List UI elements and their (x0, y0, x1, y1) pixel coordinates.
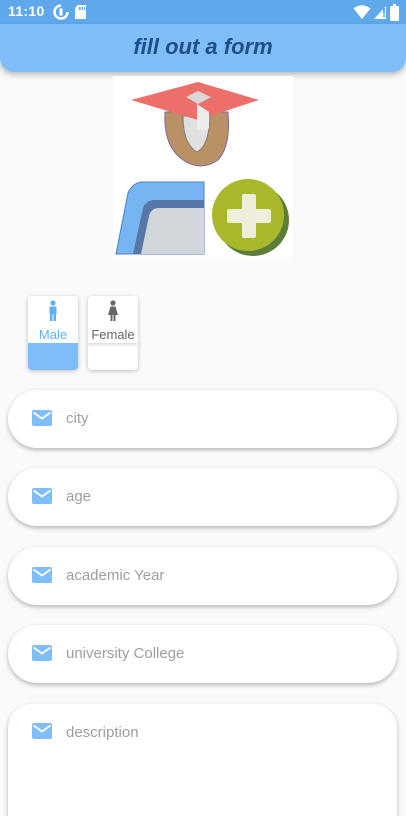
app-logo-image (113, 76, 293, 258)
mail-icon (32, 567, 52, 588)
app-bar: fill out a form (0, 24, 406, 72)
mail-icon (32, 410, 52, 431)
academic-year-field[interactable]: academic Year (8, 547, 397, 605)
graduation-cap-icon (131, 82, 259, 167)
mail-icon (32, 488, 52, 509)
gender-option-male[interactable]: Male (28, 296, 78, 370)
age-placeholder: age (66, 488, 92, 505)
gender-option-female[interactable]: Female (88, 296, 138, 370)
female-icon (105, 300, 121, 329)
plus-icon (212, 179, 289, 256)
description-placeholder: description (66, 724, 139, 741)
wifi-icon (353, 4, 371, 25)
page-title: fill out a form (133, 34, 273, 59)
signal-icon (373, 4, 387, 25)
city-placeholder: city (66, 410, 89, 427)
male-label: Male (38, 327, 68, 342)
university-college-field[interactable]: university College (8, 625, 397, 683)
sd-card-icon (74, 4, 87, 25)
data-saver-icon (53, 4, 69, 25)
age-field[interactable]: age (8, 468, 397, 526)
mail-icon (32, 723, 52, 744)
description-field[interactable]: description (8, 704, 397, 816)
male-card-header: Male (28, 296, 78, 343)
city-field[interactable]: city (8, 390, 397, 448)
selected-indicator (28, 343, 78, 370)
status-bar: 11:10 (0, 0, 406, 24)
battery-icon (390, 4, 399, 26)
female-card-header: Female (88, 296, 138, 343)
mail-icon (32, 645, 52, 666)
female-label: Female (91, 327, 135, 342)
male-icon (45, 300, 61, 329)
university-college-placeholder: university College (66, 645, 185, 662)
folder-icon (115, 181, 205, 255)
academic-year-placeholder: academic Year (66, 567, 165, 584)
status-time: 11:10 (8, 3, 45, 19)
